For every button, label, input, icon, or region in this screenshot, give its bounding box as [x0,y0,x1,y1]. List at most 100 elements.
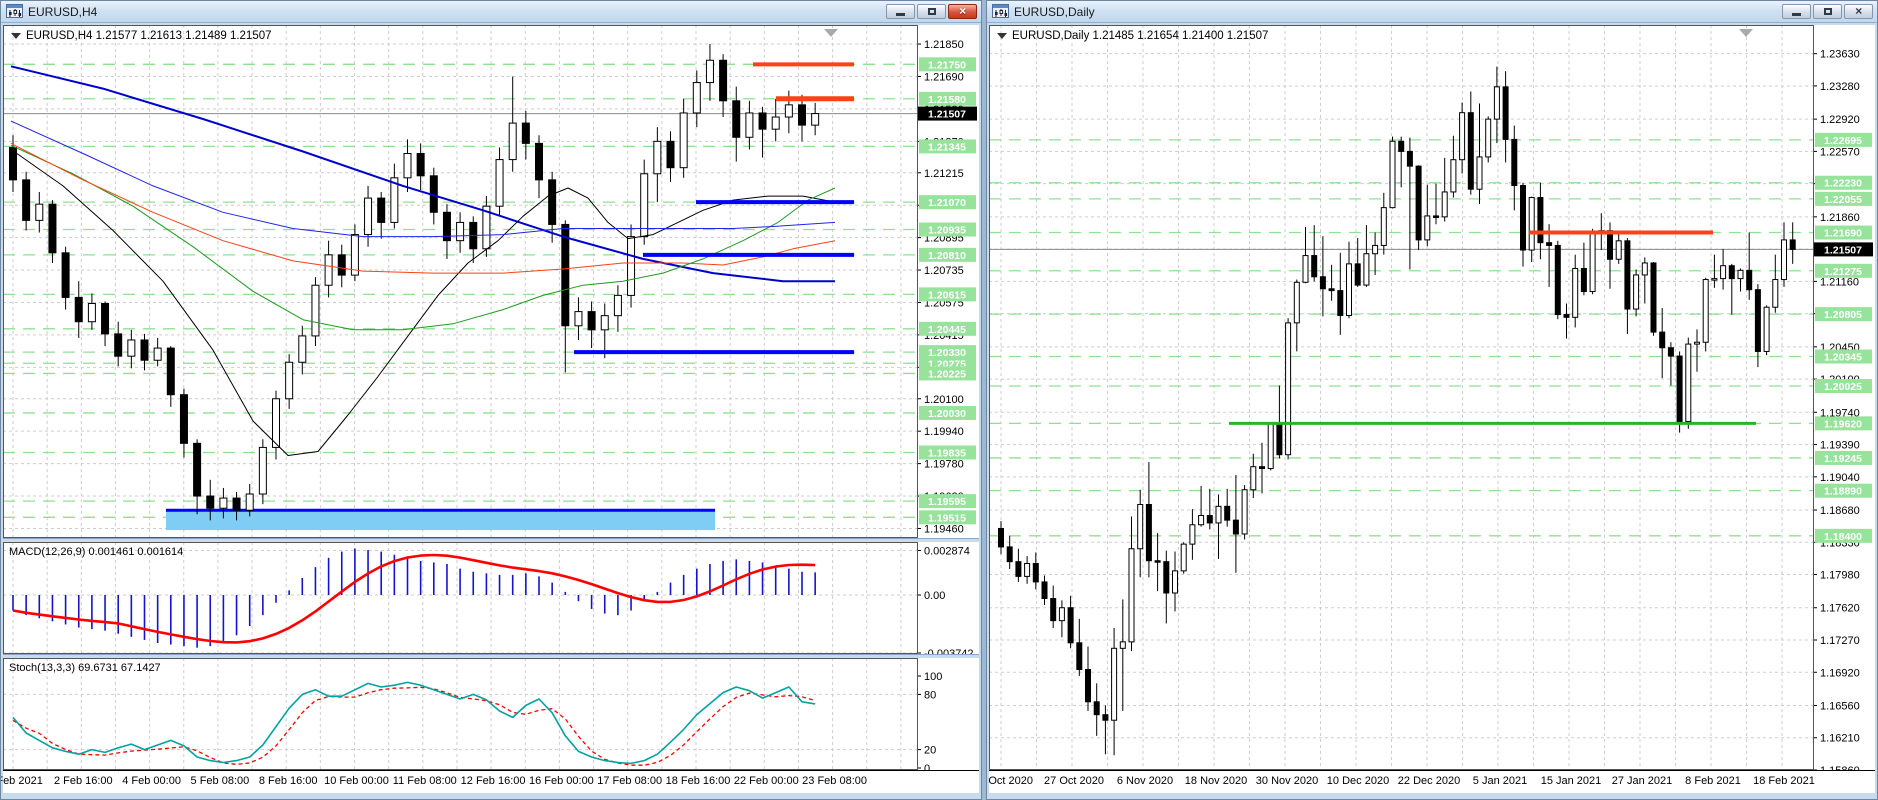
candle-body [285,361,294,400]
titlebar-h4[interactable]: EURUSD,H4 × [1,1,981,23]
candle-body [1433,215,1439,218]
time-label: 27 Jan 2021 [1611,775,1673,787]
svg-text:1.22695: 1.22695 [1824,135,1862,147]
candle-body [548,179,557,225]
candle-body [114,333,123,357]
titlebar-daily[interactable]: EURUSD,Daily × [987,1,1877,23]
candle-body [653,140,662,175]
time-axis-h4[interactable]: 1 Feb 2021 2 Feb 16:00 4 Feb 00:00 5 Feb 08… [1,770,979,793]
stoch-signal-line [12,686,816,766]
candle-body [1615,240,1622,260]
candle-body [1232,519,1239,535]
candle-body [1119,641,1126,649]
price-axis-label: 1.20100 [924,394,964,406]
svg-text:1.20030: 1.20030 [928,408,966,420]
candle-body [1241,489,1248,535]
candle-body [1215,505,1222,524]
candle-body [1589,232,1596,293]
candle-body [1085,669,1091,703]
candle-body [1772,279,1779,308]
stochastic-chart[interactable]: 100 80 20 0 Stoch(13,3,3) 69.6731 67.1427 [3,658,979,770]
price-pane-daily[interactable]: 1.236301.232801.229201.225701.222201.218… [989,25,1875,770]
candle-body [1128,548,1135,643]
candle-body [1781,239,1787,281]
candle-body [998,527,1004,548]
time-label: 5 Feb 08:00 [190,775,250,787]
candle-body [1641,262,1648,276]
candle-body [232,497,241,511]
price-chart-daily[interactable]: 1.236301.232801.229201.225701.222201.218… [989,25,1875,770]
candle-body [61,252,70,298]
svg-text:1.19595: 1.19595 [928,496,966,508]
minimize-button[interactable] [886,4,915,19]
price-axis-label: 1.17270 [1820,635,1860,647]
quote-header: EURUSD,Daily 1.21485 1.21654 1.21400 1.2… [1012,30,1268,42]
close-button[interactable]: × [1844,4,1873,19]
time-label: 10 Feb 00:00 [324,775,389,787]
chart-window-eurusd-h4[interactable]: EURUSD,H4 × 1.218501.216901.215301.21370… [0,0,982,800]
candle-body [1702,279,1709,343]
candle-body [1346,263,1352,316]
mt4-workspace: EURUSD,H4 × 1.218501.216901.215301.21370… [0,0,1878,800]
price-axis-label: 1.21860 [1820,212,1860,224]
candle-body [1476,156,1483,190]
candle-body [1093,701,1100,716]
candle-body [311,284,320,337]
candle-body [1676,355,1683,423]
time-label: 27 Oct 2020 [1044,775,1104,787]
restore-button[interactable] [917,4,946,19]
price-chart-h4[interactable]: 1.218501.216901.215301.213701.212151.210… [3,25,979,538]
svg-text:1.21275: 1.21275 [1824,266,1862,278]
candle-body [1250,466,1257,491]
candle-body [745,112,754,138]
close-icon: × [1854,4,1862,18]
chart-window-eurusd-daily[interactable]: EURUSD,Daily × 1.23630 1.23280 1.22920 1.22… [986,0,1878,800]
candle-body [1041,581,1048,600]
candle-body [811,113,820,126]
price-axis-label: 1.21690 [924,71,964,83]
candle-body [640,173,649,238]
candle-body [1450,159,1457,193]
candle-body [1563,314,1570,318]
minimize-button[interactable] [1782,4,1811,19]
time-label: 1 Feb 2021 [1,775,43,787]
candle-body [1067,607,1074,644]
candle-body [153,347,162,361]
price-axis-label: 1.16210 [1820,733,1860,745]
price-axis-label: 1.19460 [924,523,964,535]
stoch-axis-label: 20 [924,745,936,757]
candle-body [1285,322,1292,456]
time-axis-daily[interactable]: 15 Oct 2020 27 Oct 2020 6 Nov 2020 18 Nov 2… [987,770,1875,793]
candle-body [1206,515,1213,524]
candle-body [1520,185,1526,251]
time-label: 30 Nov 2020 [1255,775,1319,787]
candle-body [784,104,793,118]
candle-body [1163,561,1170,594]
candle-body [1224,505,1231,521]
price-axis-label: 1.17980 [1820,570,1860,582]
svg-text:1.21690: 1.21690 [1824,228,1862,240]
macd-chart[interactable]: 0.002874 0.00 -0.003742 MACD(12,26,9) 0.001… [3,542,979,654]
price-axis-label: 1.17620 [1820,603,1860,615]
candle-body [1485,118,1492,158]
candle-body [1554,244,1561,316]
close-button[interactable]: × [948,4,977,19]
scroll-end-marker [1739,29,1753,37]
svg-text:1.22055: 1.22055 [1824,194,1862,206]
candle-body [1032,562,1039,583]
restore-button[interactable] [1813,4,1842,19]
stochastic-pane[interactable]: 100 80 20 0 Stoch(13,3,3) 69.6731 67.1427 [3,658,979,770]
macd-pane[interactable]: 0.002874 0.00 -0.003742 MACD(12,26,9) 0.001… [3,542,979,654]
candle-body [179,394,188,444]
candle-body [35,203,44,221]
candle-body [1720,265,1727,280]
price-pane-h4[interactable]: 1.218501.216901.215301.213701.212151.210… [3,25,979,538]
candle-body [666,140,675,169]
macd-signal-line [12,553,816,644]
svg-text:1.19835: 1.19835 [928,447,966,459]
candle-body [1415,165,1422,241]
candle-body [337,254,346,276]
candle-body [298,335,307,363]
candle-body [732,100,741,138]
restore-icon [927,8,936,15]
